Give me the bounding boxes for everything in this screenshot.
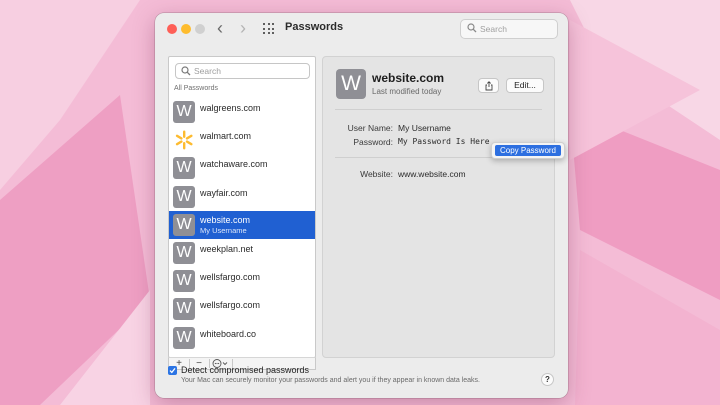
password-value[interactable]: My Password Is Here xyxy=(398,137,490,146)
search-icon xyxy=(181,66,191,76)
detect-compromised-help-text: Your Mac can securely monitor your passw… xyxy=(181,377,480,384)
back-icon[interactable]: ‹ xyxy=(217,18,223,38)
list-item[interactable]: Wwatchaware.com xyxy=(169,154,315,182)
window-title: Passwords xyxy=(285,21,344,33)
list-item[interactable]: Wwellsfargo.com xyxy=(169,295,315,323)
passwords-window: ‹ › Passwords Search Search All Password… xyxy=(155,13,568,398)
password-list-panel: Search All Passwords Wwalgreens.com walma… xyxy=(168,56,316,358)
share-button[interactable] xyxy=(478,78,499,93)
password-list: Wwalgreens.com walmart.com Wwatchaware.com… xyxy=(169,98,315,352)
detect-compromised-label[interactable]: Detect compromised passwords xyxy=(181,365,309,375)
list-item[interactable]: walmart.com xyxy=(169,126,315,154)
detail-divider xyxy=(335,109,542,110)
website-value[interactable]: www.website.com xyxy=(398,169,466,179)
site-avatar: W xyxy=(173,241,195,264)
site-avatar: W xyxy=(173,157,195,180)
website-label: Website: xyxy=(360,169,393,179)
share-icon xyxy=(485,81,493,91)
password-search-input[interactable]: Search xyxy=(175,63,310,79)
checkmark-icon xyxy=(169,367,176,374)
site-avatar: W xyxy=(173,298,195,321)
list-item[interactable]: Wweekplan.net xyxy=(169,239,315,267)
walmart-spark-icon xyxy=(173,129,195,151)
list-item-site: wellsfargo.com xyxy=(200,300,261,311)
list-item[interactable]: Wwayfair.com xyxy=(169,183,315,211)
user-name-label: User Name: xyxy=(347,123,393,133)
password-label: Password: xyxy=(353,137,393,147)
site-avatar: W xyxy=(173,213,195,236)
list-item[interactable]: Wwellsfargo.com xyxy=(169,267,315,295)
list-item[interactable]: Wwalgreens.com xyxy=(169,98,315,126)
last-modified-text: Last modified today xyxy=(372,87,442,96)
section-label: All Passwords xyxy=(174,85,218,92)
site-avatar: W xyxy=(173,326,195,349)
detail-site-title: website.com xyxy=(372,71,445,85)
site-avatar: W xyxy=(336,69,366,99)
site-avatar: W xyxy=(173,185,195,208)
password-detail-panel: W website.com Last modified today Edit..… xyxy=(322,56,555,358)
zoom-window-button[interactable] xyxy=(195,24,205,34)
site-avatar: W xyxy=(173,101,195,123)
copy-password-popup: Copy Password xyxy=(491,142,565,159)
help-button[interactable]: ? xyxy=(541,373,554,386)
list-item-site: whiteboard.co xyxy=(200,328,257,339)
forward-icon[interactable]: › xyxy=(240,18,246,38)
detect-compromised-checkbox[interactable] xyxy=(168,366,177,375)
search-placeholder: Search xyxy=(480,24,507,34)
close-window-button[interactable] xyxy=(167,24,177,34)
list-item-site: weekplan.net xyxy=(200,243,254,254)
search-placeholder: Search xyxy=(194,66,221,76)
preferences-search-input[interactable]: Search xyxy=(460,19,558,39)
edit-button[interactable]: Edit... xyxy=(506,78,544,93)
show-all-grid-icon[interactable] xyxy=(263,23,275,35)
list-item-site: website.com xyxy=(200,214,251,225)
list-item-site: wellsfargo.com xyxy=(200,272,261,283)
list-item-site: wayfair.com xyxy=(200,187,248,198)
list-item-site: watchaware.com xyxy=(200,159,268,170)
minimize-window-button[interactable] xyxy=(181,24,191,34)
user-name-value[interactable]: My Username xyxy=(398,123,451,133)
list-item[interactable]: Wwhiteboard.co xyxy=(169,324,315,352)
search-icon xyxy=(467,23,477,33)
list-item-selected[interactable]: Wwebsite.com My Username xyxy=(169,210,315,239)
list-item-site: walmart.com xyxy=(200,131,252,142)
list-item-site: walgreens.com xyxy=(200,103,261,113)
copy-password-menu-item[interactable]: Copy Password xyxy=(495,145,561,156)
list-item-username: My Username xyxy=(200,225,247,235)
title-bar: ‹ › Passwords Search xyxy=(155,13,568,45)
site-avatar: W xyxy=(173,270,195,293)
